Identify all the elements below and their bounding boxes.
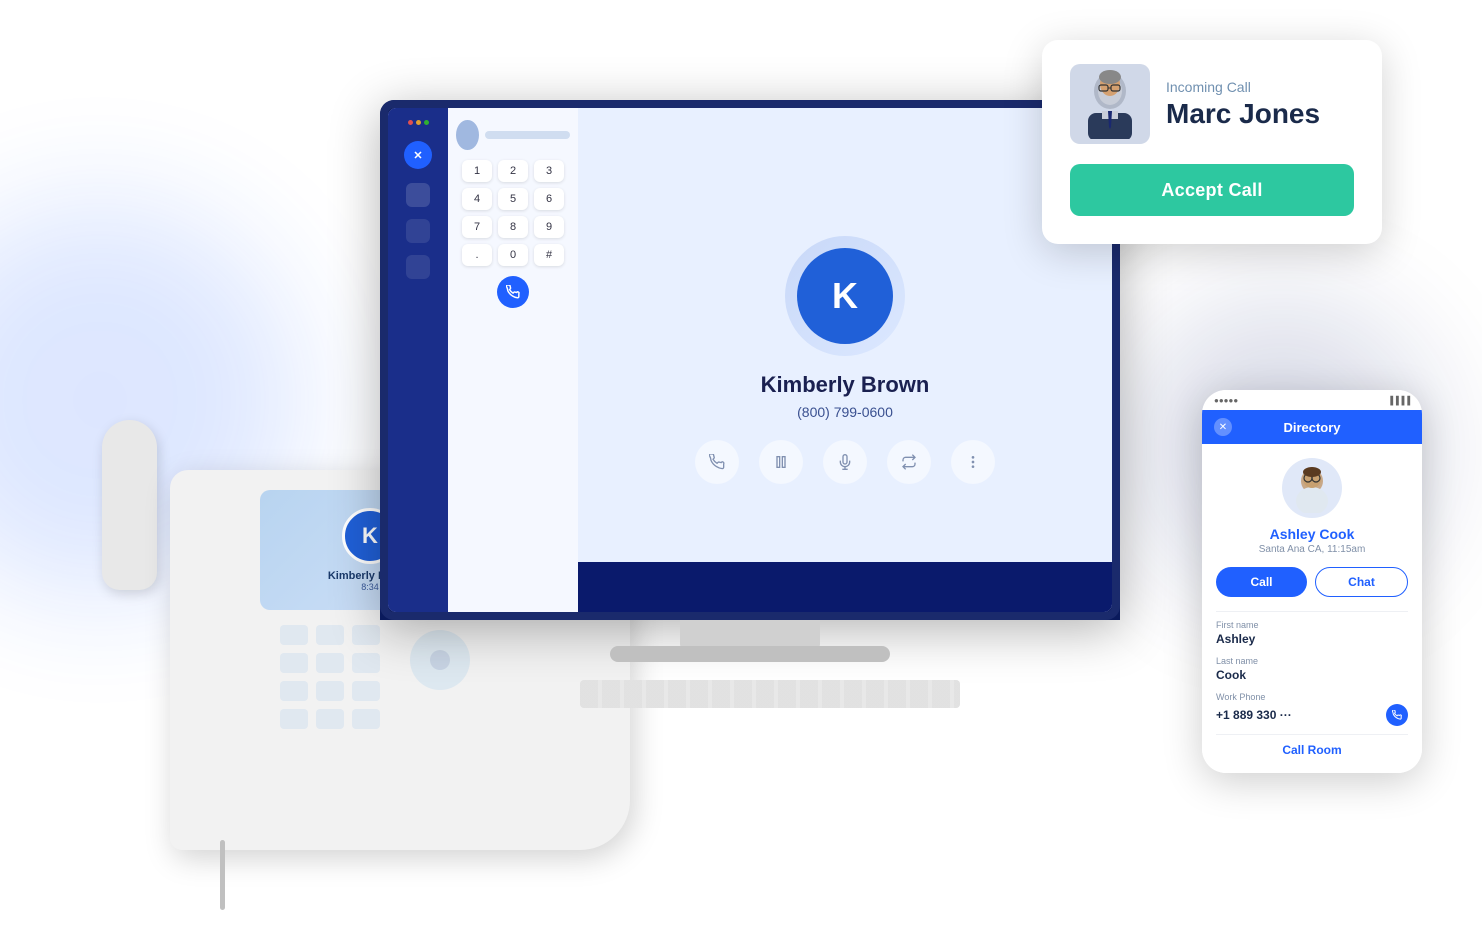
caller-name: Marc Jones bbox=[1166, 99, 1320, 130]
contact-phone: (800) 799-0600 bbox=[797, 404, 893, 420]
user-avatar-small bbox=[456, 120, 479, 150]
app-sidebar: ✕ bbox=[388, 108, 448, 612]
action-mute-icon[interactable] bbox=[823, 440, 867, 484]
key-4[interactable]: 4 bbox=[462, 188, 492, 210]
action-transfer-icon[interactable] bbox=[887, 440, 931, 484]
phone-handset bbox=[102, 420, 157, 590]
mobile-action-buttons: Call Chat bbox=[1216, 567, 1408, 597]
key-dot[interactable]: . bbox=[462, 244, 492, 266]
mobile-content: Ashley Cook Santa Ana CA, 11:15am Call C… bbox=[1202, 444, 1422, 773]
app-ui: ✕ 1 2 3 4 5 bbox=[388, 108, 1112, 612]
key-hash[interactable]: # bbox=[534, 244, 564, 266]
divider-2 bbox=[1216, 734, 1408, 735]
app-call-button[interactable] bbox=[497, 276, 529, 308]
app-dialpad-panel: 1 2 3 4 5 6 7 8 9 . 0 # bbox=[448, 108, 578, 612]
incoming-call-card: Incoming Call Marc Jones Accept Call bbox=[1042, 40, 1382, 244]
key-9[interactable]: 9 bbox=[534, 216, 564, 238]
mobile-directory-panel: ●●●●● ▐▐▐▐ ✕ Directory bbox=[1202, 390, 1422, 773]
call-actions bbox=[695, 440, 995, 484]
app-keypad: 1 2 3 4 5 6 7 8 9 . 0 # bbox=[462, 160, 564, 266]
key-2[interactable]: 2 bbox=[498, 160, 528, 182]
phone-screen-time: 8:34 bbox=[361, 582, 379, 592]
last-name-label: Last name bbox=[1216, 656, 1408, 666]
mobile-close-button[interactable]: ✕ bbox=[1214, 418, 1232, 436]
app-bottom-bar bbox=[578, 562, 1112, 612]
directory-contact-location: Santa Ana CA, 11:15am bbox=[1216, 544, 1408, 555]
directory-contact-avatar bbox=[1282, 458, 1342, 518]
key-1[interactable]: 1 bbox=[462, 160, 492, 182]
key-3[interactable]: 3 bbox=[534, 160, 564, 182]
key-5[interactable]: 5 bbox=[498, 188, 528, 210]
incoming-call-info: Incoming Call Marc Jones bbox=[1070, 64, 1354, 144]
app-logo-icon: ✕ bbox=[404, 141, 432, 169]
contact-avatar: K bbox=[797, 248, 893, 344]
key-7[interactable]: 7 bbox=[462, 216, 492, 238]
sidebar-nav-item-2[interactable] bbox=[406, 219, 430, 243]
accept-call-button[interactable]: Accept Call bbox=[1070, 164, 1354, 216]
directory-title: Directory bbox=[1283, 420, 1340, 435]
minimize-dot bbox=[416, 120, 421, 125]
contact-avatar-ring: K bbox=[785, 236, 905, 356]
first-name-value: Ashley bbox=[1216, 632, 1408, 646]
divider-1 bbox=[1216, 611, 1408, 612]
work-phone-value: +1 889 330 ··· bbox=[1216, 708, 1292, 722]
phone-cord bbox=[220, 840, 225, 910]
key-6[interactable]: 6 bbox=[534, 188, 564, 210]
action-phone-icon[interactable] bbox=[695, 440, 739, 484]
caller-photo bbox=[1070, 64, 1150, 144]
dialpad-input[interactable] bbox=[485, 131, 571, 139]
close-dot bbox=[408, 120, 413, 125]
keyboard bbox=[580, 680, 960, 708]
caller-info: Incoming Call Marc Jones bbox=[1166, 79, 1320, 130]
work-phone-label: Work Phone bbox=[1216, 692, 1408, 702]
monitor-screen: ✕ 1 2 3 4 5 bbox=[380, 100, 1120, 620]
incoming-label: Incoming Call bbox=[1166, 79, 1320, 95]
key-8[interactable]: 8 bbox=[498, 216, 528, 238]
work-phone-row: +1 889 330 ··· bbox=[1216, 704, 1408, 726]
sidebar-nav-item-1[interactable] bbox=[406, 183, 430, 207]
scene: K Kimberly Brown 8:34 bbox=[0, 0, 1482, 929]
maximize-dot bbox=[424, 120, 429, 125]
key-0[interactable]: 0 bbox=[498, 244, 528, 266]
call-room-link[interactable]: Call Room bbox=[1216, 743, 1408, 757]
mobile-call-button[interactable]: Call bbox=[1216, 567, 1307, 597]
mobile-header: ✕ Directory bbox=[1202, 410, 1422, 444]
sidebar-nav-item-3[interactable] bbox=[406, 255, 430, 279]
phone-dialpad bbox=[280, 625, 380, 729]
monitor-base bbox=[610, 646, 890, 662]
contact-name: Kimberly Brown bbox=[761, 372, 930, 398]
window-controls bbox=[408, 120, 429, 125]
first-name-label: First name bbox=[1216, 620, 1408, 630]
mobile-status-bar: ●●●●● ▐▐▐▐ bbox=[1202, 390, 1422, 410]
call-phone-icon[interactable] bbox=[1386, 704, 1408, 726]
action-more-icon[interactable] bbox=[951, 440, 995, 484]
mobile-chat-button[interactable]: Chat bbox=[1315, 567, 1408, 597]
action-hold-icon[interactable] bbox=[759, 440, 803, 484]
last-name-value: Cook bbox=[1216, 668, 1408, 682]
directory-contact-name: Ashley Cook bbox=[1216, 526, 1408, 542]
app-main-content: K Kimberly Brown (800) 799-0600 bbox=[578, 108, 1112, 612]
